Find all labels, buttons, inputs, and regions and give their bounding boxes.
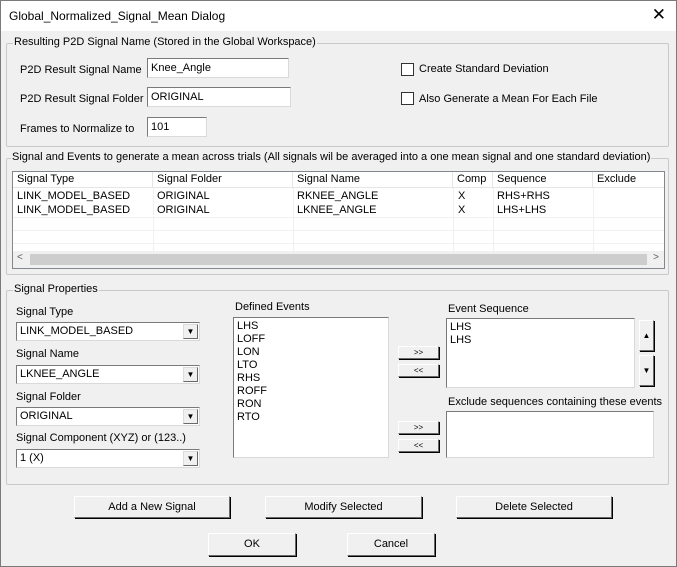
- list-item[interactable]: RHS: [237, 372, 385, 385]
- chevron-down-icon[interactable]: ▼: [183, 451, 198, 466]
- column-header-sequence[interactable]: Sequence: [493, 172, 593, 188]
- signal-component-label: Signal Component (XYZ) or (123..): [16, 432, 186, 444]
- remove-from-sequence-button[interactable]: <<: [398, 364, 439, 377]
- signal-folder-value: ORIGINAL: [20, 410, 73, 422]
- list-item[interactable]: RTO: [237, 411, 385, 424]
- signal-name-dropdown[interactable]: LKNEE_ANGLE ▼: [16, 365, 200, 384]
- ok-label: OK: [244, 538, 260, 550]
- title-bar: Global_Normalized_Signal_Mean Dialog ✕: [1, 1, 676, 31]
- create-std-checkbox[interactable]: [401, 63, 414, 76]
- cell-signal-folder: ORIGINAL: [157, 190, 210, 202]
- create-std-label: Create Standard Deviation: [419, 63, 549, 75]
- list-item[interactable]: LHS: [450, 321, 631, 334]
- signals-list-view[interactable]: Signal Type Signal Folder Signal Name Co…: [12, 171, 665, 269]
- exclude-sequences-label: Exclude sequences containing these event…: [448, 396, 663, 408]
- cell-sequence: RHS+RHS: [497, 190, 550, 202]
- list-item[interactable]: LTO: [237, 359, 385, 372]
- exclude-events-list[interactable]: [446, 411, 654, 458]
- delete-selected-button[interactable]: Delete Selected: [456, 496, 612, 518]
- signal-name-label: Signal Name: [16, 348, 79, 360]
- dialog-title: Global_Normalized_Signal_Mean Dialog: [9, 9, 226, 23]
- cell-comp: X: [458, 204, 466, 216]
- mean-each-file-label: Also Generate a Mean For Each File: [419, 93, 598, 105]
- frames-normalize-input[interactable]: 101: [147, 117, 207, 137]
- signal-component-dropdown[interactable]: 1 (X) ▼: [16, 449, 200, 468]
- p2d-signal-name-label: P2D Result Signal Name: [20, 64, 142, 76]
- signals-group-label: Signal and Events to generate a mean acr…: [11, 151, 652, 163]
- modify-selected-button[interactable]: Modify Selected: [265, 496, 422, 518]
- signal-component-value: 1 (X): [20, 452, 44, 464]
- add-signal-button[interactable]: Add a New Signal: [74, 496, 230, 518]
- signal-name-value: LKNEE_ANGLE: [20, 368, 100, 380]
- defined-events-label: Defined Events: [235, 301, 310, 313]
- arrow-up-icon: ▲: [642, 331, 651, 340]
- cell-sequence: LHS+LHS: [497, 204, 547, 216]
- cell-signal-name: LKNEE_ANGLE: [297, 204, 377, 216]
- add-signal-label: Add a New Signal: [108, 501, 196, 513]
- signal-type-dropdown[interactable]: LINK_MODEL_BASED ▼: [16, 322, 200, 341]
- scroll-left-icon[interactable]: <: [17, 252, 23, 263]
- chevron-down-icon[interactable]: ▼: [183, 409, 198, 424]
- event-sequence-label: Event Sequence: [448, 303, 529, 315]
- p2d-signal-folder-label: P2D Result Signal Folder: [20, 93, 144, 105]
- arrow-down-icon: ▼: [642, 366, 651, 375]
- cell-signal-type: LINK_MODEL_BASED: [17, 204, 131, 216]
- list-item[interactable]: RON: [237, 398, 385, 411]
- table-row[interactable]: LINK_MODEL_BASED ORIGINAL RKNEE_ANGLE X …: [13, 190, 664, 203]
- signal-folder-label: Signal Folder: [16, 391, 81, 403]
- add-to-sequence-button[interactable]: >>: [398, 346, 439, 359]
- cell-signal-type: LINK_MODEL_BASED: [17, 190, 131, 202]
- signal-properties-label: Signal Properties: [13, 283, 99, 295]
- chevron-down-icon[interactable]: ▼: [183, 324, 198, 339]
- table-row[interactable]: LINK_MODEL_BASED ORIGINAL LKNEE_ANGLE X …: [13, 204, 664, 217]
- signal-folder-dropdown[interactable]: ORIGINAL ▼: [16, 407, 200, 426]
- p2d-signal-name-input[interactable]: Knee_Angle: [147, 58, 289, 78]
- list-item[interactable]: LON: [237, 346, 385, 359]
- list-item[interactable]: LHS: [450, 334, 631, 347]
- ok-button[interactable]: OK: [208, 533, 296, 556]
- horizontal-scrollbar[interactable]: < >: [13, 251, 664, 268]
- column-header-comp[interactable]: Comp: [453, 172, 493, 188]
- add-to-exclude-button[interactable]: >>: [398, 421, 439, 434]
- cell-signal-name: RKNEE_ANGLE: [297, 190, 379, 202]
- modify-selected-label: Modify Selected: [304, 501, 383, 513]
- event-sequence-list[interactable]: LHS LHS: [446, 318, 635, 388]
- column-header-signal-folder[interactable]: Signal Folder: [153, 172, 293, 188]
- p2d-signal-folder-input[interactable]: ORIGINAL: [147, 87, 291, 107]
- column-header-exclude[interactable]: Exclude: [593, 172, 664, 188]
- move-up-button[interactable]: ▲: [639, 320, 654, 351]
- cell-comp: X: [458, 190, 466, 202]
- column-header-signal-type[interactable]: Signal Type: [13, 172, 153, 188]
- column-header-signal-name[interactable]: Signal Name: [293, 172, 453, 188]
- cancel-label: Cancel: [373, 538, 409, 550]
- delete-selected-label: Delete Selected: [495, 501, 573, 513]
- list-header: Signal Type Signal Folder Signal Name Co…: [13, 172, 664, 188]
- list-item[interactable]: LHS: [237, 320, 385, 333]
- list-item[interactable]: ROFF: [237, 385, 385, 398]
- result-group-label: Resulting P2D Signal Name (Stored in the…: [13, 36, 317, 48]
- close-icon[interactable]: ✕: [652, 5, 666, 25]
- cell-signal-folder: ORIGINAL: [157, 204, 210, 216]
- remove-from-exclude-button[interactable]: <<: [398, 439, 439, 452]
- cancel-button[interactable]: Cancel: [347, 533, 435, 556]
- scroll-right-icon[interactable]: >: [653, 252, 659, 263]
- dialog-window: Global_Normalized_Signal_Mean Dialog ✕ R…: [0, 0, 677, 567]
- signal-type-value: LINK_MODEL_BASED: [20, 325, 134, 337]
- frames-normalize-label: Frames to Normalize to: [20, 123, 135, 135]
- signal-type-label: Signal Type: [16, 306, 74, 318]
- move-down-button[interactable]: ▼: [639, 355, 654, 386]
- scroll-thumb[interactable]: [30, 254, 647, 265]
- list-item[interactable]: LOFF: [237, 333, 385, 346]
- defined-events-list[interactable]: LHS LOFF LON LTO RHS ROFF RON RTO: [233, 317, 389, 458]
- mean-each-file-checkbox[interactable]: [401, 92, 414, 105]
- chevron-down-icon[interactable]: ▼: [183, 367, 198, 382]
